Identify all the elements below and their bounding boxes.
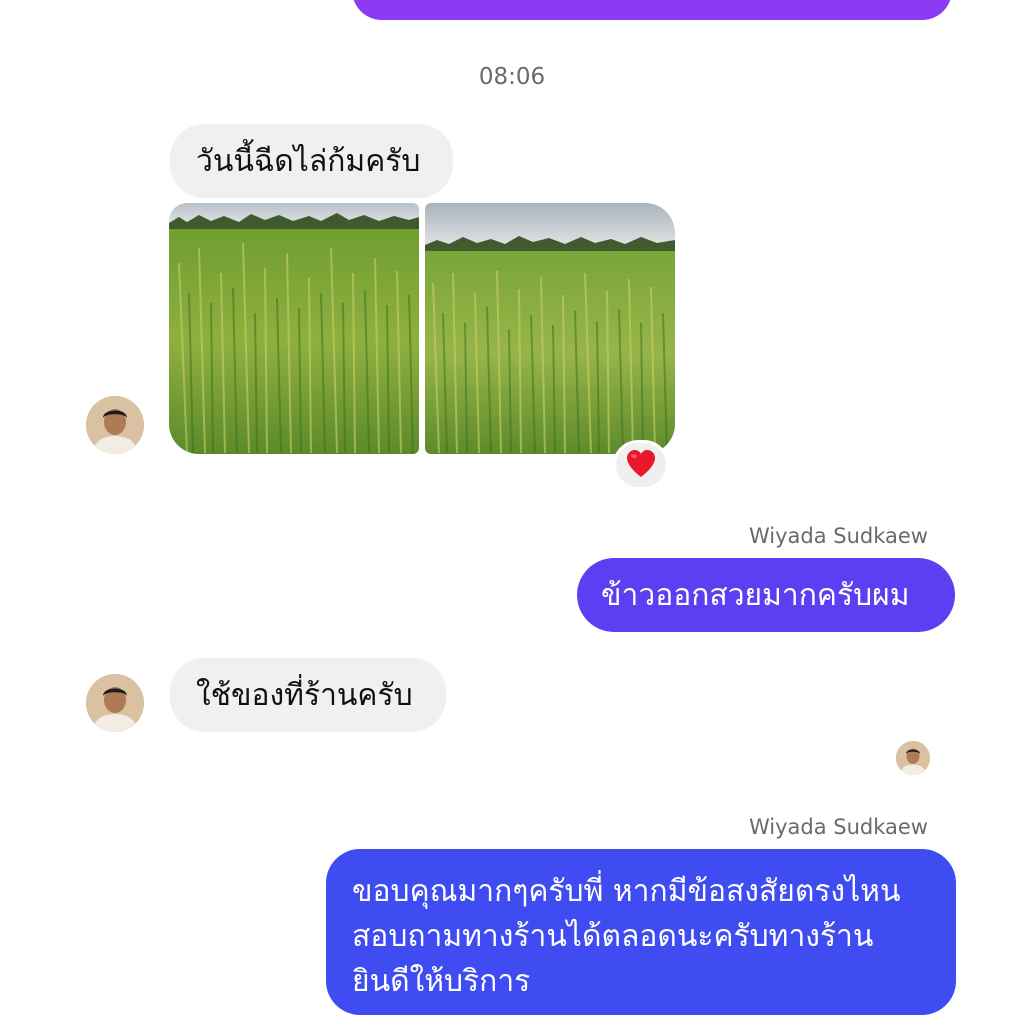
contact-avatar[interactable]	[86, 396, 144, 454]
rice-field-photo-2[interactable]	[425, 203, 675, 454]
message-text: วันนี้ฉีดไล่ก้มครับ	[196, 143, 421, 179]
incoming-message-bubble[interactable]: วันนี้ฉีดไล่ก้มครับ	[170, 124, 453, 198]
message-text: ใช้ของที่ร้านครับ	[196, 677, 413, 713]
sender-name: Wiyada Sudkaew	[748, 815, 928, 839]
contact-avatar[interactable]	[86, 674, 144, 732]
seen-avatar-icon	[896, 741, 930, 775]
message-text-line: ยินดีให้บริการ	[352, 964, 531, 999]
message-text-line: ขอบคุณมากๆครับพี่ หากมีข้อสงสัยตรงไหน	[352, 874, 901, 909]
rice-field-photo-1[interactable]	[169, 203, 419, 454]
chat-thread: 08:06 วันนี้ฉีดไล่ก้มครับ Wiyada Sudkaew…	[0, 0, 1024, 1024]
reaction-badge[interactable]	[613, 440, 669, 490]
outgoing-message-bubble[interactable]: ขอบคุณมากๆครับพี่ หากมีข้อสงสัยตรงไหน สอ…	[326, 849, 956, 1015]
heart-icon	[625, 448, 657, 482]
message-text-line: สอบถามทางร้านได้ตลอดนะครับทางร้าน	[352, 919, 874, 954]
incoming-message-bubble[interactable]: ใช้ของที่ร้านครับ	[170, 658, 446, 732]
previous-outgoing-bubble[interactable]	[352, 0, 952, 20]
time-divider: 08:06	[478, 64, 546, 90]
sender-name: Wiyada Sudkaew	[748, 524, 928, 548]
outgoing-message-bubble[interactable]: ข้าวออกสวยมากครับผม	[577, 558, 955, 632]
message-text: ข้าวออกสวยมากครับผม	[601, 577, 910, 613]
